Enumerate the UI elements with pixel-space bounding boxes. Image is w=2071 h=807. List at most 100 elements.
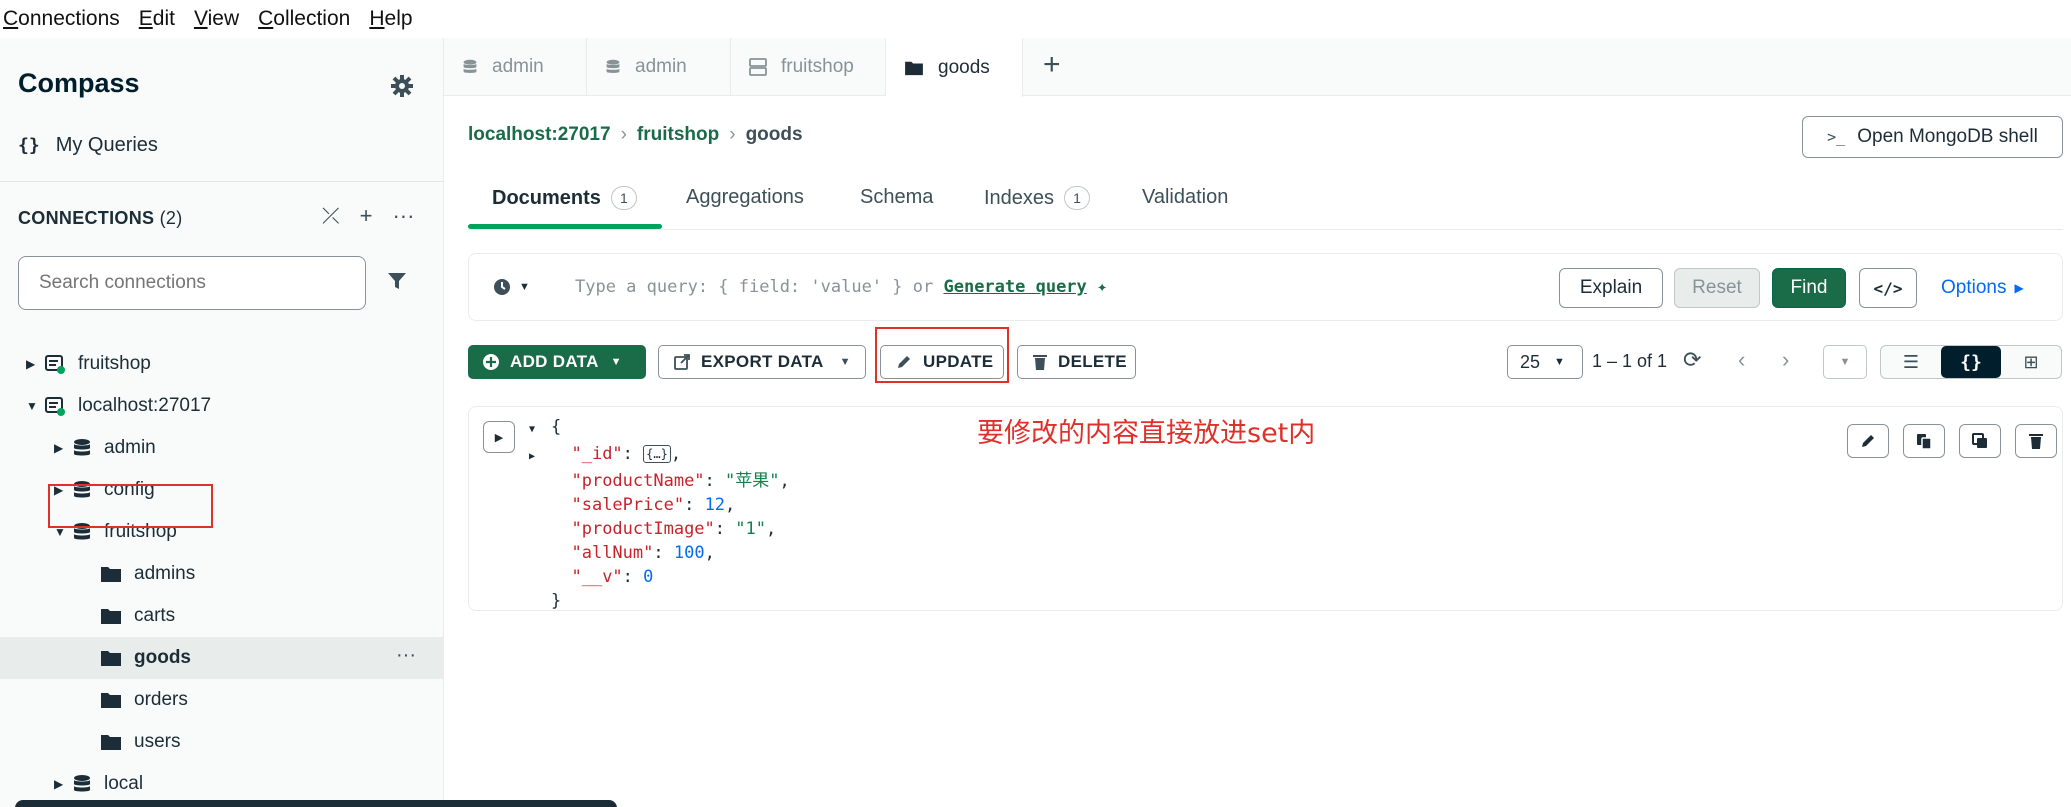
options-button[interactable]: Options ▶	[1941, 268, 2041, 308]
view-options-dropdown[interactable]: ▼	[1823, 345, 1867, 379]
json-value: "苹果"	[725, 471, 780, 491]
export-code-button[interactable]: </>	[1859, 268, 1917, 308]
menu-collection[interactable]: Collection	[258, 7, 350, 31]
tree-collection-carts[interactable]: carts	[100, 595, 175, 637]
collapse-all-icon[interactable]: ⤫	[322, 203, 340, 229]
explain-button[interactable]: Explain	[1559, 268, 1663, 308]
reset-button[interactable]: Reset	[1674, 268, 1760, 308]
tab-admin-2[interactable]: admin	[587, 38, 731, 96]
expand-document-button[interactable]: ▶	[483, 421, 515, 453]
gear-icon[interactable]	[390, 74, 414, 98]
clone-document-button[interactable]	[1959, 424, 2001, 458]
connections-toolbar: ⤫ + ···	[322, 203, 414, 229]
tab-indexes[interactable]: Indexes 1	[984, 186, 1091, 210]
highlight-box	[48, 484, 213, 528]
refresh-icon[interactable]: ⟳	[1683, 347, 1701, 373]
tab-schema[interactable]: Schema	[860, 186, 933, 209]
menu-connections[interactable]: Connections	[3, 7, 120, 31]
tab-label: admin	[492, 56, 544, 77]
json-view-icon[interactable]: {}	[1941, 346, 2001, 378]
find-button[interactable]: Find	[1772, 268, 1846, 308]
add-data-button[interactable]: ADD DATA ▼	[468, 345, 646, 379]
chevron-left-icon[interactable]: ‹	[1738, 347, 1745, 373]
page-size-select[interactable]: 25 ▼	[1507, 345, 1583, 379]
folder-icon	[100, 649, 122, 667]
tree-collection-orders[interactable]: orders	[100, 679, 188, 721]
caret-right-icon[interactable]: ▶	[54, 441, 72, 455]
breadcrumb-db[interactable]: fruitshop	[637, 124, 719, 146]
tab-fruitshop[interactable]: fruitshop	[731, 38, 886, 96]
tree-connection-localhost[interactable]: ▼ localhost:27017	[26, 385, 211, 427]
menu-view[interactable]: View	[194, 7, 239, 31]
open-shell-button[interactable]: >_ Open MongoDB shell	[1802, 116, 2063, 158]
tab-validation[interactable]: Validation	[1142, 186, 1228, 209]
copy-document-button[interactable]	[1903, 424, 1945, 458]
menu-edit[interactable]: Edit	[139, 7, 175, 31]
pager-range: 1 – 1 of 1	[1592, 351, 1668, 371]
json-value: 12	[704, 495, 726, 515]
query-input[interactable]: Type a query: { field: 'value' } or Gene…	[575, 277, 1107, 297]
query-history-button[interactable]: ▼	[493, 278, 530, 296]
tab-label: fruitshop	[781, 56, 854, 77]
edit-document-button[interactable]	[1847, 424, 1889, 458]
list-view-icon[interactable]: ☰	[1881, 346, 1941, 378]
export-data-button[interactable]: EXPORT DATA ▼	[658, 345, 866, 379]
menu-help[interactable]: Help	[369, 7, 412, 31]
tree-db-local[interactable]: ▶ local	[54, 763, 143, 805]
braces-icon: {}	[18, 135, 40, 156]
caret-down-icon: ▼	[1554, 356, 1565, 368]
chevron-right-icon: ›	[729, 124, 736, 145]
collection-subtabs: Documents 1 Aggregations Schema Indexes …	[468, 170, 2063, 230]
caret-down-icon[interactable]: ▼	[26, 399, 44, 413]
tree-label: users	[134, 731, 181, 752]
connections-header: CONNECTIONS (2)	[18, 208, 183, 229]
tab-aggregations[interactable]: Aggregations	[686, 186, 804, 209]
tree-db-admin[interactable]: ▶ admin	[54, 427, 156, 469]
subtab-label: Aggregations	[686, 186, 804, 208]
breadcrumb-host[interactable]: localhost:27017	[468, 124, 611, 146]
my-queries-link[interactable]: {} My Queries	[18, 134, 158, 157]
more-options-icon[interactable]: ···	[392, 203, 414, 229]
app-brand: Compass	[18, 68, 140, 98]
tree-collection-admins[interactable]: admins	[100, 553, 195, 595]
tree-label: admin	[104, 437, 156, 458]
collection-more-icon[interactable]: ···	[396, 644, 416, 667]
folder-icon	[100, 607, 122, 625]
filter-icon[interactable]	[386, 270, 408, 292]
add-connection-icon[interactable]: +	[360, 203, 373, 229]
divider	[0, 181, 444, 182]
caret-right-icon[interactable]: ▶	[529, 445, 551, 469]
tree-label: carts	[134, 605, 176, 626]
shell-button-label: Open MongoDB shell	[1857, 126, 2038, 147]
connections-label: CONNECTIONS	[18, 208, 155, 228]
chevron-right-icon[interactable]: ›	[1782, 347, 1789, 373]
generate-query-link[interactable]: Generate query	[943, 277, 1086, 297]
delete-document-button[interactable]	[2015, 424, 2057, 458]
search-connections-input[interactable]	[18, 256, 366, 310]
tree-label: local	[104, 773, 144, 794]
object-id-collapsed[interactable]: {…}	[643, 445, 671, 463]
tree-connection-fruitshop[interactable]: ▶ fruitshop	[26, 343, 151, 385]
tab-documents[interactable]: Documents 1	[492, 186, 637, 210]
table-view-icon[interactable]: ⊞	[2001, 346, 2061, 378]
json-value: 0	[643, 567, 654, 587]
tree-label: orders	[134, 689, 188, 710]
folder-icon	[100, 691, 122, 709]
tab-goods[interactable]: goods	[886, 38, 1023, 97]
caret-down-icon: ▼	[519, 281, 530, 293]
json-key: "productImage"	[571, 519, 715, 539]
caret-right-icon[interactable]: ▶	[26, 357, 44, 371]
tree-collection-users[interactable]: users	[100, 721, 180, 763]
delete-button[interactable]: DELETE	[1017, 345, 1136, 379]
tree-collection-goods[interactable]: goods	[0, 637, 444, 679]
tab-admin-1[interactable]: admin	[444, 38, 587, 96]
clone-icon	[1972, 433, 1987, 448]
add-tab-icon[interactable]: +	[1043, 48, 1061, 82]
sparkle-icon: ✦	[1097, 277, 1108, 297]
copy-icon	[1917, 434, 1932, 450]
caret-right-icon[interactable]: ▶	[54, 777, 72, 791]
caret-down-icon[interactable]: ▼	[529, 418, 551, 442]
caret-down-icon: ▼	[610, 356, 622, 368]
tree-label: localhost:27017	[78, 395, 212, 416]
json-key: "__v"	[571, 567, 623, 587]
